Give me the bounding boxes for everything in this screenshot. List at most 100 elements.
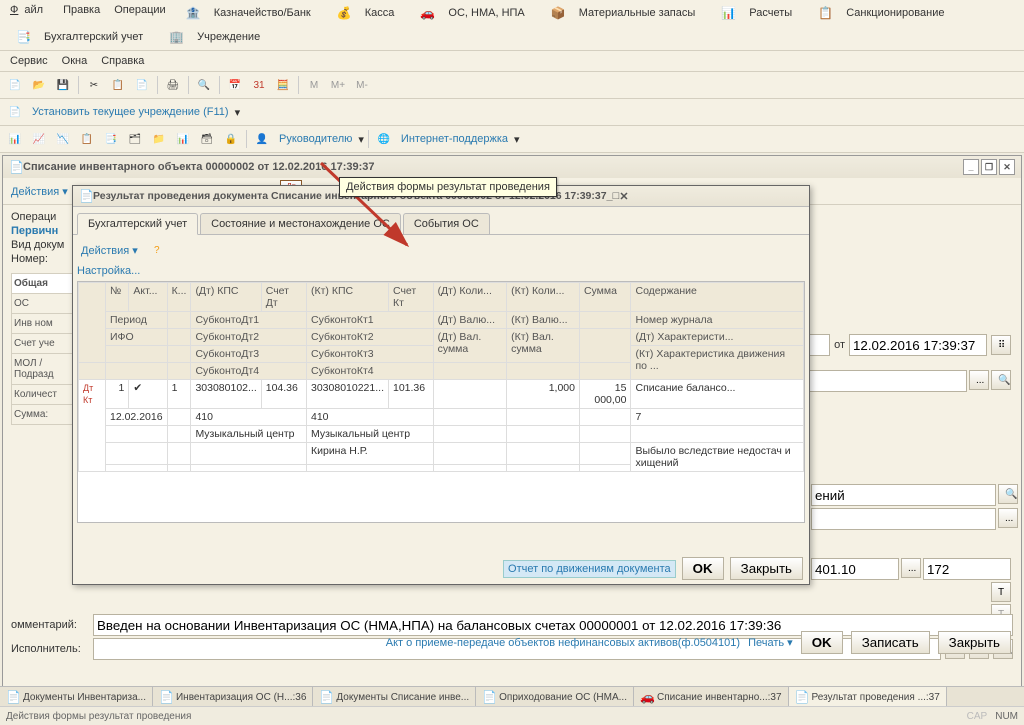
dlg-close-icon[interactable]: ✕ [619,190,628,203]
tb-icon-4[interactable]: 📋 [76,128,98,150]
cut-icon[interactable]: ✂ [83,74,105,96]
menu-accounting[interactable]: 📑Бухгалтерский учет [4,26,155,48]
tb-icon-9[interactable]: 🗃 [196,128,218,150]
tab-state[interactable]: Состояние и местонахождение ОС [200,213,401,234]
col-sum: Сумма [579,283,631,312]
save-button[interactable]: Записать [851,631,930,654]
act-link[interactable]: Акт о приеме-передаче объектов нефинансо… [386,637,740,649]
dlg-maximize-icon[interactable]: □ [613,190,620,202]
m-icon[interactable]: M [303,74,325,96]
field-3b[interactable] [811,508,996,530]
paste-icon[interactable]: 📄 [131,74,153,96]
report-link[interactable]: Отчет по движениям документа [503,560,676,578]
menu-treasury[interactable]: 🏦Казначейство/Банк [174,2,323,24]
wtab-5[interactable]: 🚗Списание инвентарно...:37 [634,687,789,707]
menu-cash[interactable]: 💰Касса [325,2,407,24]
menu-file[interactable]: Файл [4,2,55,24]
calendar-icon[interactable]: 📅 [224,74,246,96]
acct-field-2[interactable] [923,558,1011,580]
save-icon[interactable]: 💾 [52,74,74,96]
postings-grid[interactable]: № Акт... К... (Дт) КПС Счет Дт (Кт) КПС … [77,281,805,523]
tb-icon-1[interactable]: 📊 [4,128,26,150]
menu-windows[interactable]: Окна [56,53,94,69]
tb-icon-2[interactable]: 📈 [28,128,50,150]
globe-icon[interactable]: 🌐 [373,128,395,150]
t-button-1[interactable]: T [991,582,1011,602]
open-button-2[interactable]: ... [969,370,989,390]
tb-icon-6[interactable]: 🗂 [124,128,146,150]
doc-icon[interactable]: 📄 [4,101,26,123]
table-row[interactable]: Кирина Н.Р. Выбыло вследствие недостач и… [79,443,804,465]
mplus-icon[interactable]: M+ [327,74,349,96]
dialog-tabs: Бухгалтерский учет Состояние и местонахо… [73,211,809,235]
wtab-1[interactable]: 📄Документы Инвентариза... [0,687,153,707]
col-journal: Номер журнала [631,312,804,329]
acct-field-1[interactable] [811,558,899,580]
manager-menu[interactable]: Руководителю [275,131,356,147]
q-button-3a[interactable]: 🔍 [998,484,1018,504]
menu-help[interactable]: Справка [95,53,150,69]
calc2-icon[interactable]: 🧮 [272,74,294,96]
table-row[interactable]: ДтКт 1 ✔ 1 303080102... 104.36 303080102… [79,380,804,409]
print-menu[interactable]: Печать ▾ [748,636,793,649]
field-2[interactable] [799,370,967,392]
ok-button[interactable]: OK [801,631,843,654]
find-icon[interactable]: 🔍 [193,74,215,96]
close-icon[interactable]: ✕ [999,159,1015,175]
col-content: Содержание [631,283,804,312]
wtab-6[interactable]: 📄Результат проведения ...:37 [789,687,947,707]
table-row[interactable]: 12.02.2016 410 410 7 [79,409,804,426]
dots-3b[interactable]: ... [998,508,1018,528]
dlg-actions-menu[interactable]: Действия ▾ [77,242,142,259]
restore-icon[interactable]: ❐ [981,159,997,175]
menu-org[interactable]: 🏢Учреждение [157,26,272,48]
menu-sanction[interactable]: 📋Санкционирование [806,2,956,24]
field-3a[interactable] [811,484,996,506]
settings-link[interactable]: Настройка... [77,265,140,277]
open-icon[interactable]: 📂 [28,74,50,96]
user-icon[interactable]: 👤 [251,128,273,150]
tab-events[interactable]: События ОС [403,213,490,234]
menu-materials[interactable]: 📦Материальные запасы [539,2,708,24]
set-current-org[interactable]: Установить текущее учреждение (F11) [28,104,233,120]
support-menu[interactable]: Интернет-поддержка [397,131,512,147]
doc-icon: 📄 [319,690,333,704]
dlg-ok-button[interactable]: OK [682,557,724,580]
date-picker-button[interactable]: ⠿ [991,335,1011,355]
wtab-4[interactable]: 📄Оприходование ОС (НМА... [476,687,634,707]
doc-icon: 📄 [795,690,809,704]
actions-menu[interactable]: Действия ▾ [7,183,72,200]
print-icon[interactable]: 🖨 [162,74,184,96]
tb-icon-8[interactable]: 📊 [172,128,194,150]
copy-icon[interactable]: 📋 [107,74,129,96]
wtab-2[interactable]: 📄Инвентаризация ОС (Н...:36 [153,687,313,707]
col-n: № [106,283,129,312]
tb-icon-3[interactable]: 📉 [52,128,74,150]
menu-os[interactable]: 🚗ОС, НМА, НПА [408,2,536,24]
table-row[interactable]: Музыкальный центр Музыкальный центр [79,426,804,443]
tb-icon-5[interactable]: 📑 [100,128,122,150]
new-icon[interactable]: 📄 [4,74,26,96]
search-button-2[interactable]: 🔍 [991,370,1011,390]
check-icon: ✔ [129,380,167,409]
col-skt3: СубконтоКт3 [307,346,434,363]
close-button[interactable]: Закрыть [938,631,1011,654]
dots-acct1[interactable]: ... [901,558,921,578]
tb-icon-10[interactable]: 🔒 [220,128,242,150]
menu-service[interactable]: Сервис [4,53,54,69]
tb-icon-7[interactable]: 📁 [148,128,170,150]
window-tabs: 📄Документы Инвентариза... 📄Инвентаризаци… [0,686,1024,707]
menu-calc[interactable]: 📊Расчеты [709,2,804,24]
menu-operations[interactable]: Операции [108,2,171,24]
doc-date-input[interactable] [849,334,987,356]
date-icon[interactable]: 31 [248,74,270,96]
dlg-close-button[interactable]: Закрыть [730,557,803,580]
toolbar-3: 📊 📈 📉 📋 📑 🗂 📁 📊 🗃 🔒 👤 Руководителю▾ 🌐 Ин… [0,126,1024,153]
menu-edit[interactable]: Правка [57,2,106,24]
wtab-3[interactable]: 📄Документы Списание инве... [313,687,476,707]
col-ktchar: (Кт) Характеристика движения по ... [631,346,804,380]
minimize-icon[interactable]: _ [963,159,979,175]
tab-accounting[interactable]: Бухгалтерский учет [77,213,198,235]
mminus-icon[interactable]: M- [351,74,373,96]
dlg-help-icon[interactable]: ? [146,239,168,261]
